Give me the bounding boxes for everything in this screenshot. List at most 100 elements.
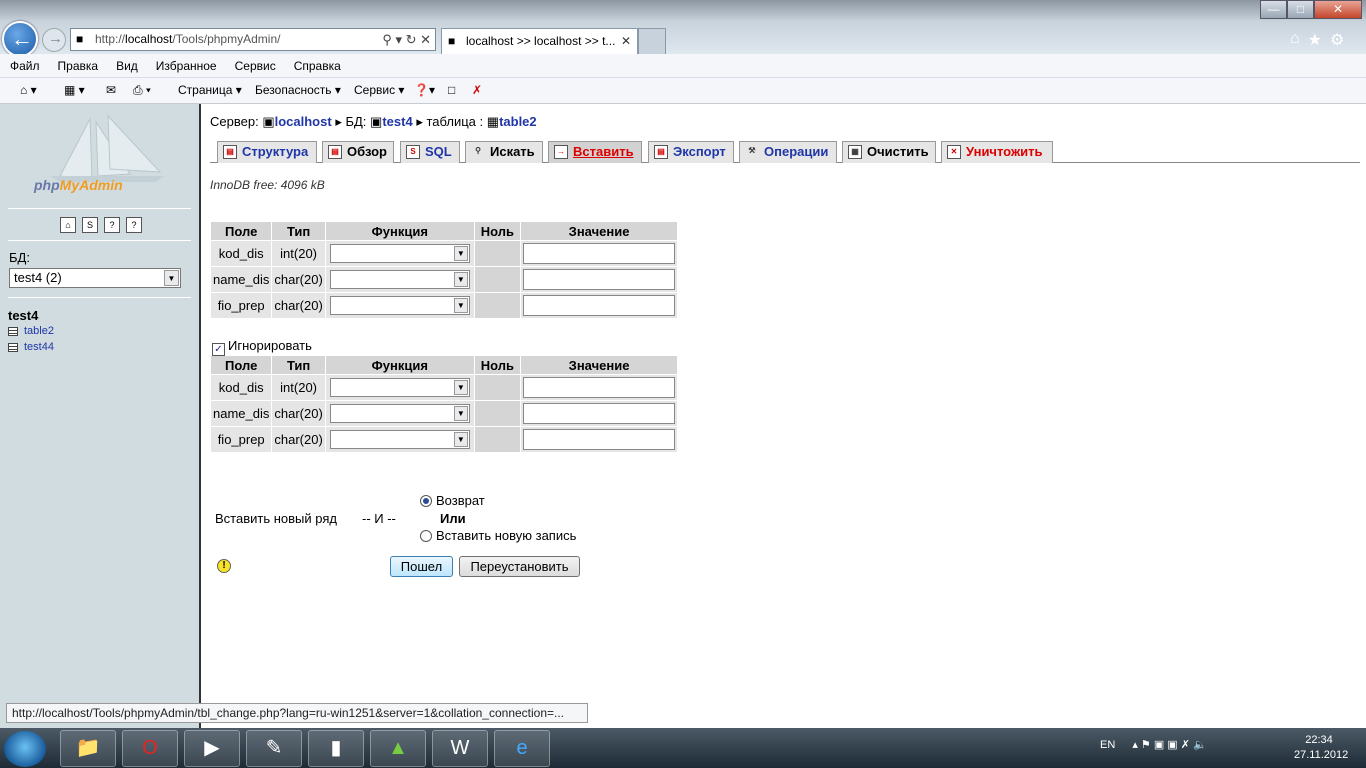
home-cmd-icon[interactable]: ⌂ ▾: [20, 83, 37, 97]
tab-search[interactable]: ⚲ Искать: [465, 141, 543, 163]
minimize-button[interactable]: —: [1260, 0, 1287, 19]
table-link[interactable]: table2: [499, 114, 537, 129]
value-input[interactable]: [523, 377, 676, 398]
radio-insert-new-row[interactable]: Вставить новую запись: [420, 528, 576, 543]
tab-export[interactable]: ▤ Экспорт: [648, 141, 734, 163]
page-menu[interactable]: Страница ▾: [178, 83, 242, 97]
search-refresh-stop-icons[interactable]: ⚲ ▾ ↻ ✕: [382, 29, 431, 50]
go-button[interactable]: Пошел: [390, 556, 453, 577]
service-menu[interactable]: Сервис ▾: [354, 83, 404, 97]
radio-selected-icon[interactable]: [420, 495, 432, 507]
forward-button[interactable]: →: [42, 28, 66, 52]
radio-insert-new-label: Вставить новую запись: [436, 528, 577, 543]
null-cell: [474, 267, 521, 292]
gear-icon[interactable]: ⚙: [1330, 30, 1344, 50]
radio-return-row[interactable]: Возврат: [420, 493, 485, 508]
value-cell: [521, 375, 678, 400]
paint-taskbar-icon[interactable]: ✎: [246, 730, 302, 767]
new-tab-button[interactable]: [638, 28, 666, 54]
db-link[interactable]: test4: [382, 114, 412, 129]
help-icon[interactable]: ❓▾: [414, 83, 435, 97]
db-select-value: test4 (2): [14, 270, 62, 285]
tab-drop[interactable]: ✕ Уничтожить: [941, 141, 1053, 163]
rss-icon[interactable]: ▦ ▾: [64, 83, 85, 97]
tab-close-icon[interactable]: ✕: [621, 29, 631, 53]
server-link[interactable]: localhost: [275, 114, 332, 129]
table-row: name_dis char(20) ▼: [211, 401, 678, 426]
function-select[interactable]: ▼: [329, 404, 470, 423]
db-icon: ▣: [370, 114, 383, 129]
value-input[interactable]: [523, 429, 676, 450]
docs-icon[interactable]: ?: [104, 217, 120, 233]
browser-right-icons: ⌂ ★ ⚙: [1290, 30, 1362, 50]
menu-tools[interactable]: Сервис: [225, 54, 284, 73]
back-button[interactable]: ←: [2, 21, 38, 57]
start-button[interactable]: [4, 731, 46, 767]
main-frame: Сервер: ▣localhost ▸ БД: ▣test4 ▸ таблиц…: [203, 104, 1366, 728]
media-taskbar-icon[interactable]: ▶: [184, 730, 240, 767]
db-name[interactable]: test4: [8, 308, 38, 323]
home-icon[interactable]: ⌂: [1290, 30, 1300, 50]
app-taskbar-icon[interactable]: ▲: [370, 730, 426, 767]
header-field: Поле: [211, 356, 272, 374]
sql-docs-icon[interactable]: ?: [126, 217, 142, 233]
value-input[interactable]: [523, 243, 676, 264]
sidebar-table-link[interactable]: table2: [8, 325, 54, 337]
tab-structure[interactable]: ▤ Структура: [217, 141, 317, 163]
tab-browse[interactable]: ▤ Обзор: [322, 141, 394, 163]
ignore-checkbox-row[interactable]: ✓ Игнорировать: [212, 338, 312, 356]
ie-taskbar-icon[interactable]: e: [494, 730, 550, 767]
maximize-button[interactable]: □: [1287, 0, 1314, 19]
tray-icons[interactable]: ▴ ⚑ ▣ ▣ ✗ 🔈: [1132, 739, 1206, 751]
mail-icon[interactable]: ✉: [106, 83, 116, 97]
function-select[interactable]: ▼: [329, 244, 470, 263]
table-row: fio_prep char(20) ▼: [211, 293, 678, 318]
tab-sql[interactable]: S SQL: [400, 141, 460, 163]
reset-button[interactable]: Переустановить: [459, 556, 580, 577]
sidebar-table-link[interactable]: test44: [8, 341, 54, 353]
function-select[interactable]: ▼: [329, 378, 470, 397]
home-icon[interactable]: ⌂: [60, 217, 76, 233]
language-indicator[interactable]: EN: [1100, 739, 1115, 751]
menu-help[interactable]: Справка: [284, 54, 349, 73]
addon-k-icon[interactable]: □: [448, 83, 455, 97]
explorer-taskbar-icon[interactable]: 📁: [60, 730, 116, 767]
function-select[interactable]: ▼: [329, 270, 470, 289]
chevron-down-icon: ▼: [453, 272, 468, 287]
value-input[interactable]: [523, 269, 676, 290]
opera-taskbar-icon[interactable]: O: [122, 730, 178, 767]
favorites-star-icon[interactable]: ★: [1308, 30, 1322, 50]
function-select[interactable]: ▼: [329, 296, 470, 315]
address-bar[interactable]: ■ http://localhost/Tools/phpmyAdmin/ ⚲ ▾…: [70, 28, 436, 51]
menu-edit[interactable]: Правка: [48, 54, 107, 73]
print-icon[interactable]: ⎙ ▾: [133, 83, 151, 98]
radio-return-label: Возврат: [436, 493, 485, 508]
tab-empty[interactable]: ▦ Очистить: [842, 141, 936, 163]
menu-favorites[interactable]: Избранное: [146, 54, 225, 73]
radio-unselected-icon[interactable]: [420, 530, 432, 542]
menu-view[interactable]: Вид: [106, 54, 146, 73]
tab-insert[interactable]: → Вставить: [548, 141, 642, 163]
dolby-taskbar-icon[interactable]: ▮: [308, 730, 364, 767]
insert-table-1: Поле Тип Функция Ноль Значение kod_dis i…: [210, 221, 678, 319]
menu-file[interactable]: Файл: [0, 54, 48, 73]
value-input[interactable]: [523, 295, 676, 316]
insert-new-row-label: Вставить новый ряд: [215, 511, 337, 526]
value-cell: [521, 427, 678, 452]
system-tray: EN ▴ ⚑ ▣ ▣ ✗ 🔈: [1100, 738, 1207, 751]
browser-tab[interactable]: ■ localhost >> localhost >> t... ✕: [441, 28, 638, 54]
value-input[interactable]: [523, 403, 676, 424]
value-cell: [521, 241, 678, 266]
addon-red-icon[interactable]: ✗: [472, 83, 482, 97]
page-icon: ■: [76, 32, 84, 46]
clock[interactable]: 22:34 27.11.2012: [1294, 733, 1348, 763]
db-select[interactable]: test4 (2) ▼: [9, 268, 181, 288]
field-name: fio_prep: [211, 293, 272, 318]
sql-query-icon[interactable]: S: [82, 217, 98, 233]
header-value: Значение: [521, 356, 678, 374]
close-window-button[interactable]: ✕: [1314, 0, 1362, 19]
tab-operations[interactable]: ⚒ Операции: [739, 141, 837, 163]
function-select[interactable]: ▼: [329, 430, 470, 449]
word-taskbar-icon[interactable]: W: [432, 730, 488, 767]
security-menu[interactable]: Безопасность ▾: [255, 83, 341, 97]
